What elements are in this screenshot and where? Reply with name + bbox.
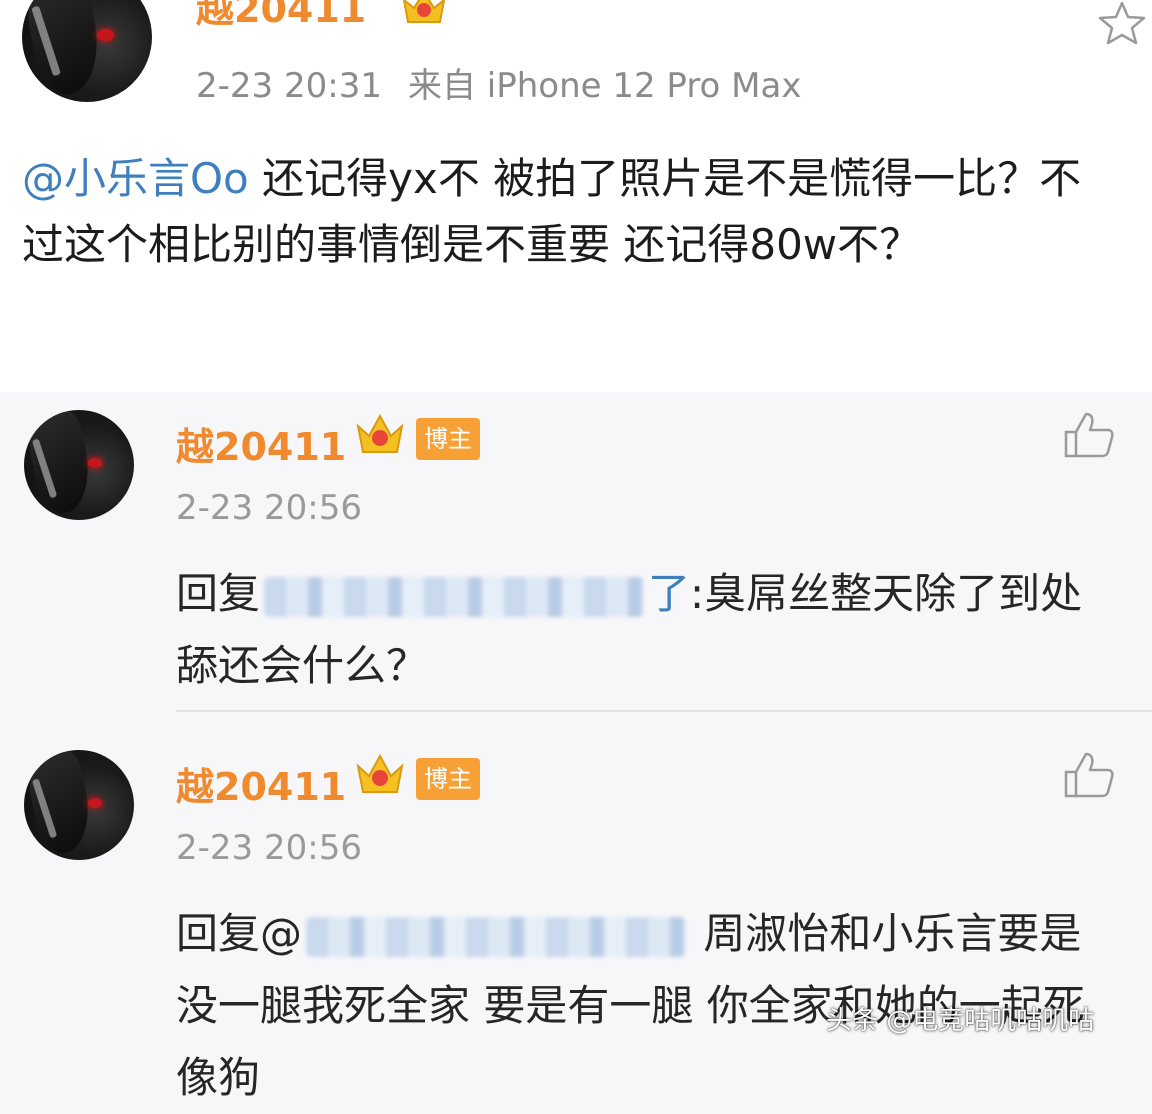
comment-time: 2-23 20:56 xyxy=(176,828,362,868)
blogger-badge: 博主 xyxy=(416,418,480,460)
reply-prefix: 回复 xyxy=(176,569,261,618)
reply-prefix: 回复@ xyxy=(176,909,303,958)
post-time: 2-23 20:31 xyxy=(196,66,382,106)
comment-avatar[interactable] xyxy=(24,750,134,860)
comment-author-name[interactable]: 越20411 xyxy=(176,756,346,811)
weibo-post: 越20411 2-23 20:31 来自 iPhone 12 Pro Max @小… xyxy=(0,0,1152,392)
thumbs-up-icon[interactable] xyxy=(1062,410,1116,460)
post-content: @小乐言Oo 还记得yx不 被拍了照片是不是慌得一比？不过这个相比别的事情倒是不… xyxy=(22,146,1122,278)
reply-target-tail[interactable]: 了 xyxy=(648,569,690,618)
post-meta: 2-23 20:31 来自 iPhone 12 Pro Max xyxy=(196,58,801,107)
post-source: 来自 iPhone 12 Pro Max xyxy=(407,66,802,106)
watermark: 头条 @电竞咕叽咕叽咕 xyxy=(826,1006,1095,1036)
comment-author-name[interactable]: 越20411 xyxy=(176,416,346,471)
crown-icon xyxy=(356,413,404,453)
post-author-name[interactable]: 越20411 xyxy=(196,0,366,33)
thumbs-up-icon[interactable] xyxy=(1062,750,1116,800)
crown-icon xyxy=(356,753,404,793)
comment-avatar[interactable] xyxy=(24,410,134,520)
comment-content: 回复 了:臭屌丝整天除了到处舔还会什么？ xyxy=(176,558,1116,702)
comment-divider xyxy=(176,710,1152,712)
star-icon[interactable] xyxy=(1096,0,1148,46)
comment-time: 2-23 20:56 xyxy=(176,488,362,528)
mention-link[interactable]: @小乐言Oo xyxy=(22,154,249,203)
post-avatar[interactable] xyxy=(22,0,152,102)
blurred-username xyxy=(306,916,687,957)
blurred-username xyxy=(264,576,645,617)
crown-icon xyxy=(402,0,446,23)
blogger-badge: 博主 xyxy=(416,758,480,800)
